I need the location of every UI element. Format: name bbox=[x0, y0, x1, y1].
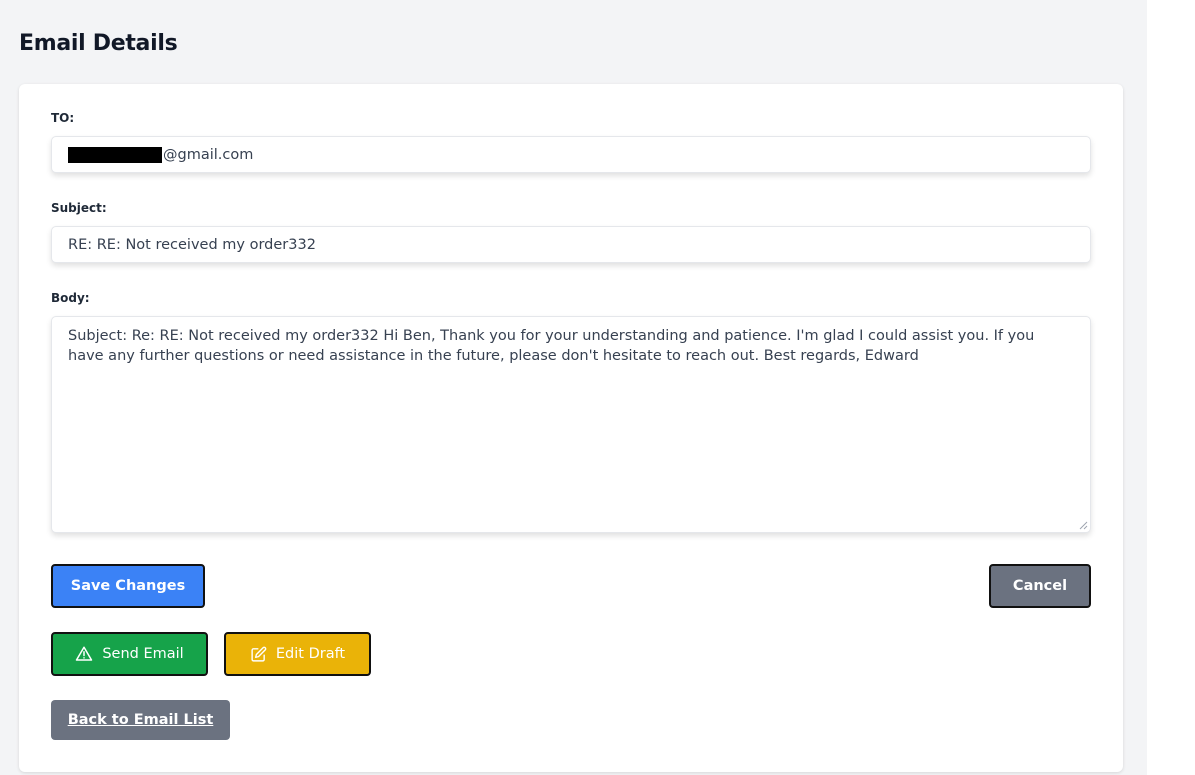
body-label: Body: bbox=[51, 291, 90, 305]
main-area: Email Details TO: @gmail.com Subject: RE… bbox=[0, 0, 1147, 775]
edit-draft-button[interactable]: Edit Draft bbox=[224, 632, 371, 676]
body-value: Subject: Re: RE: Not received my order33… bbox=[68, 328, 1035, 364]
send-email-button[interactable]: Send Email bbox=[51, 632, 208, 676]
body-textarea[interactable]: Subject: Re: RE: Not received my order33… bbox=[51, 316, 1091, 533]
send-email-label: Send Email bbox=[102, 646, 184, 662]
warning-triangle-icon bbox=[75, 645, 93, 663]
to-field[interactable]: @gmail.com bbox=[51, 136, 1091, 173]
email-form-card: TO: @gmail.com Subject: RE: RE: Not rece… bbox=[19, 84, 1123, 772]
subject-label: Subject: bbox=[51, 201, 107, 215]
back-to-email-list-button[interactable]: Back to Email List bbox=[51, 700, 230, 740]
resize-grip-icon[interactable] bbox=[1079, 521, 1088, 530]
redaction-box bbox=[68, 146, 162, 163]
cancel-button[interactable]: Cancel bbox=[989, 564, 1091, 608]
save-changes-button[interactable]: Save Changes bbox=[51, 564, 205, 608]
page-title: Email Details bbox=[19, 31, 178, 56]
to-label: TO: bbox=[51, 111, 75, 125]
subject-value: RE: RE: Not received my order332 bbox=[68, 236, 316, 253]
edit-square-icon bbox=[250, 646, 267, 663]
edit-draft-label: Edit Draft bbox=[275, 646, 346, 662]
to-value: @gmail.com bbox=[163, 146, 254, 163]
subject-field[interactable]: RE: RE: Not received my order332 bbox=[51, 226, 1091, 263]
